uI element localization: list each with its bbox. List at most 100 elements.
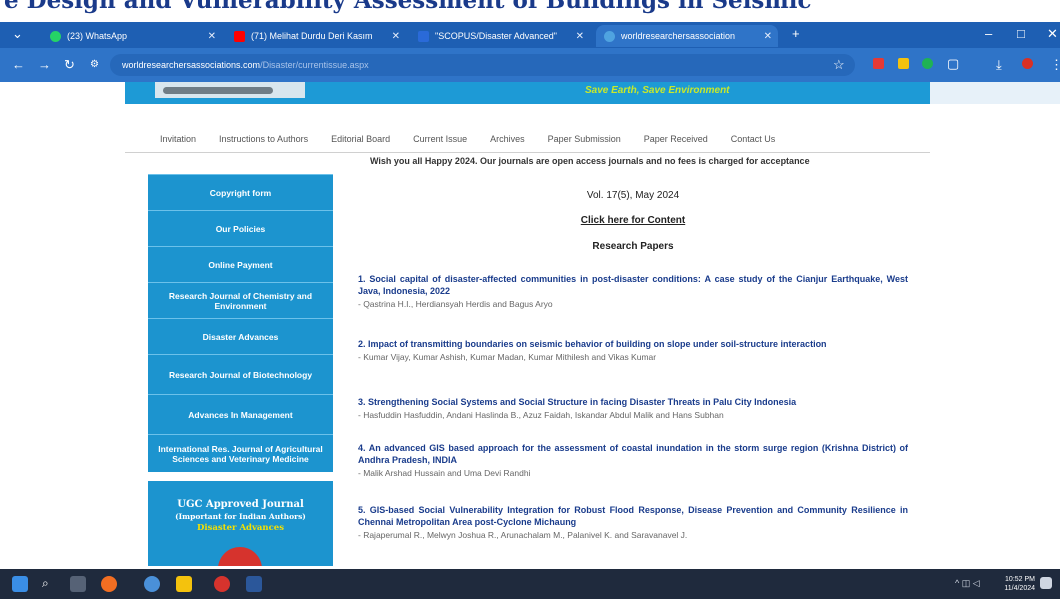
close-tab-icon[interactable]: ✕ xyxy=(392,31,400,42)
paper-title[interactable]: 4. An advanced GIS based approach for th… xyxy=(358,442,908,466)
app-icon[interactable] xyxy=(214,576,230,592)
file-explorer-icon[interactable] xyxy=(176,576,192,592)
profile-avatar[interactable] xyxy=(1022,58,1033,69)
ugc-journal: Disaster Advances xyxy=(197,523,284,533)
main-menu: Invitation Instructions to Authors Edito… xyxy=(160,130,798,148)
sidebar-gap xyxy=(148,472,333,481)
sidebar-item-our-policies[interactable]: Our Policies xyxy=(148,210,333,246)
tab-scopus[interactable]: "SCOPUS/Disaster Advanced" ✕ xyxy=(410,25,590,47)
menu-invitation[interactable]: Invitation xyxy=(160,134,196,144)
site-banner: Save Earth, Save Environment xyxy=(125,82,930,104)
menu-paper-received[interactable]: Paper Received xyxy=(644,134,708,144)
sidebar-item-biotechnology-journal[interactable]: Research Journal of Biotechnology xyxy=(148,354,333,394)
paper-authors: - Malik Arshad Hussain and Uma Devi Rand… xyxy=(358,468,531,478)
bookmark-star-icon[interactable]: ☆ xyxy=(833,57,845,73)
paper-item: 2. Impact of transmitting boundaries on … xyxy=(358,338,908,364)
tab-strip: ⌄ (23) WhatsApp ✕ (71) Melihat Durdu Der… xyxy=(0,22,1060,48)
tab-title: (23) WhatsApp xyxy=(67,31,128,41)
paper-authors: - Kumar Vijay, Kumar Ashish, Kumar Madan… xyxy=(358,352,657,362)
youtube-icon xyxy=(234,30,245,42)
sidebar-item-chemistry-journal[interactable]: Research Journal of Chemistry and Enviro… xyxy=(148,282,333,318)
close-tab-icon[interactable]: ✕ xyxy=(208,31,216,42)
site-logo[interactable] xyxy=(155,82,305,98)
menu-instructions-to-authors[interactable]: Instructions to Authors xyxy=(219,134,308,144)
paper-title[interactable]: 3. Strengthening Social Systems and Soci… xyxy=(358,396,908,408)
tab-title: (71) Melihat Durdu Deri Kasım xyxy=(251,31,373,41)
volume-heading: Vol. 17(5), May 2024 xyxy=(586,190,680,201)
extension-icon[interactable] xyxy=(898,58,909,69)
ugc-subtitle: (Important for Indian Authors) xyxy=(175,512,306,521)
notification-icon[interactable] xyxy=(1040,577,1052,589)
ugc-approved-box[interactable]: UGC Approved Journal (Important for Indi… xyxy=(148,481,333,566)
sidebar-item-agricultural-journal[interactable]: International Res. Journal of Agricultur… xyxy=(148,434,333,472)
section-title: Research Papers xyxy=(592,241,674,252)
menu-icon[interactable]: ⋮ xyxy=(1050,57,1060,73)
url-path: /Disaster/currentissue.aspx xyxy=(260,60,369,70)
paper-item: 4. An advanced GIS based approach for th… xyxy=(358,442,908,480)
menu-paper-submission[interactable]: Paper Submission xyxy=(548,134,621,144)
content-link[interactable]: Click here for Content xyxy=(358,215,908,226)
close-tab-icon[interactable]: ✕ xyxy=(576,31,584,42)
tab-title: "SCOPUS/Disaster Advanced" xyxy=(435,31,557,41)
forward-icon[interactable]: → xyxy=(38,57,51,72)
close-tab-icon[interactable]: ✕ xyxy=(764,31,772,42)
close-window-icon[interactable]: ✕ xyxy=(1047,26,1058,42)
windows-start-icon[interactable] xyxy=(12,576,28,592)
caption-strip: e Design and Vulnerability Assessment of… xyxy=(0,0,1060,22)
firefox-icon[interactable] xyxy=(101,576,117,592)
tab-title: worldresearchersassociation xyxy=(621,31,736,41)
paper-item: 3. Strengthening Social Systems and Soci… xyxy=(358,396,908,422)
paper-title[interactable]: 2. Impact of transmitting boundaries on … xyxy=(358,338,908,350)
chrome-icon[interactable] xyxy=(144,576,160,592)
tab-youtube[interactable]: (71) Melihat Durdu Deri Kasım ✕ xyxy=(226,25,406,47)
paper-title[interactable]: 1. Social capital of disaster-affected c… xyxy=(358,273,908,297)
reload-icon[interactable]: ↻ xyxy=(64,57,75,73)
menu-current-issue[interactable]: Current Issue xyxy=(413,134,467,144)
taskbar: ⌕ ^ ◫ ◁ 10:52 PM 11/4/2024 xyxy=(0,569,1060,599)
menu-archives[interactable]: Archives xyxy=(490,134,525,144)
tab-whatsapp[interactable]: (23) WhatsApp ✕ xyxy=(42,25,222,47)
paper-item: 1. Social capital of disaster-affected c… xyxy=(358,273,908,311)
tab-search-icon[interactable]: ⌄ xyxy=(12,26,23,42)
sidebar-item-online-payment[interactable]: Online Payment xyxy=(148,246,333,282)
banner-side xyxy=(930,82,1060,104)
reader-mode-icon[interactable]: ▢ xyxy=(947,56,959,72)
search-icon[interactable]: ⌕ xyxy=(42,576,58,592)
menu-editorial-board[interactable]: Editorial Board xyxy=(331,134,390,144)
whatsapp-icon xyxy=(50,30,61,42)
new-tab-icon[interactable]: + xyxy=(792,26,800,41)
menu-divider xyxy=(125,152,930,153)
globe-icon xyxy=(604,30,615,42)
sidebar: Copyright form Our Policies Online Payme… xyxy=(148,174,333,566)
url-field[interactable]: worldresearchersassociations.com/Disaste… xyxy=(110,54,855,76)
paper-authors: - Qastrina H.I., Herdiansyah Herdis and … xyxy=(358,299,553,309)
paper-authors: - Hasfuddin Hasfuddin, Andani Haslinda B… xyxy=(358,410,724,420)
menu-contact-us[interactable]: Contact Us xyxy=(731,134,776,144)
clock-time: 10:52 PM xyxy=(1005,576,1035,583)
word-icon[interactable] xyxy=(246,576,262,592)
sidebar-item-advances-in-management[interactable]: Advances In Management xyxy=(148,394,333,434)
web-page: Save Earth, Save Environment Invitation … xyxy=(0,82,1060,569)
paper-title[interactable]: 5. GIS-based Social Vulnerability Integr… xyxy=(358,504,908,528)
paper-item: 5. GIS-based Social Vulnerability Integr… xyxy=(358,504,908,542)
sidebar-item-copyright-form[interactable]: Copyright form xyxy=(148,174,333,210)
system-tray-icons[interactable]: ^ ◫ ◁ xyxy=(955,578,995,590)
caption-text: e Design and Vulnerability Assessment of… xyxy=(4,0,812,14)
back-icon[interactable]: ← xyxy=(12,57,25,72)
notice-marquee: Wish you all Happy 2024. Our journals ar… xyxy=(370,156,810,166)
ugc-title: UGC Approved Journal xyxy=(177,499,304,510)
page-icon xyxy=(418,30,429,42)
site-info-icon[interactable]: ⚙ xyxy=(90,59,99,70)
clock[interactable]: 10:52 PM 11/4/2024 xyxy=(995,575,1035,593)
paper-authors: - Rajaperumal R., Melwyn Joshua R., Arun… xyxy=(358,530,688,540)
task-view-icon[interactable] xyxy=(70,576,86,592)
download-icon[interactable]: ⤓ xyxy=(996,57,1002,73)
sidebar-item-disaster-advances[interactable]: Disaster Advances xyxy=(148,318,333,354)
maximize-icon[interactable]: □ xyxy=(1017,26,1025,41)
site-tagline: Save Earth, Save Environment xyxy=(585,85,730,96)
extension-icon[interactable] xyxy=(922,58,933,69)
address-bar: ← → ↻ ⚙ worldresearchersassociations.com… xyxy=(0,48,1060,82)
minimize-icon[interactable]: – xyxy=(985,26,992,41)
extension-icon[interactable] xyxy=(873,58,884,69)
tab-worldresearchers[interactable]: worldresearchersassociation ✕ xyxy=(596,25,778,47)
